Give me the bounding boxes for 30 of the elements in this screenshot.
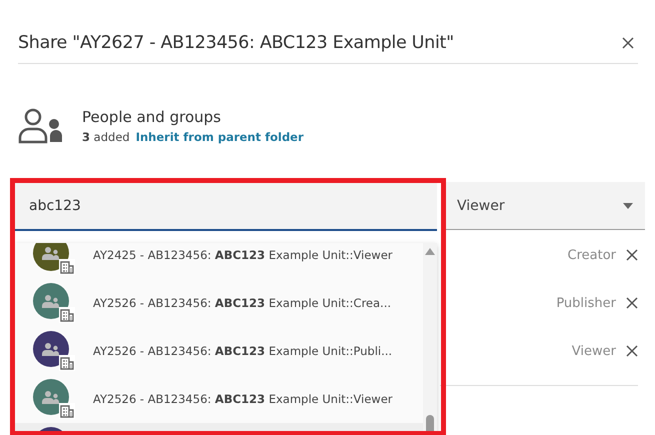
section-heading: People and groups — [82, 108, 222, 126]
building-icon — [59, 355, 75, 371]
remove-button[interactable] — [626, 345, 638, 357]
close-icon — [626, 345, 638, 357]
building-icon — [59, 403, 75, 419]
search-field[interactable]: abc123 — [15, 182, 437, 231]
suggestion-item[interactable]: AY2526 - AB123456: ABC123 Example Unit::Crea... — [15, 279, 423, 327]
remove-button[interactable] — [626, 297, 638, 309]
suggestion-label: AY2526 - AB123456: ABC123 Example Unit::Publi... — [93, 344, 392, 358]
member-role: Publisher — [556, 296, 616, 310]
role-dropdown[interactable]: Viewer — [445, 182, 645, 230]
remove-button[interactable] — [626, 249, 638, 261]
dialog-title: Share "AY2627 - AB123456: ABC123 Example Unit" — [18, 32, 454, 52]
close-icon — [626, 249, 638, 261]
suggestion-item[interactable]: AY2526 - AB123456: ABC123 Example Unit::Viewer — [15, 375, 423, 423]
member-role: Creator — [568, 248, 616, 262]
member-role: Viewer — [572, 344, 616, 358]
building-icon — [59, 259, 75, 275]
building-icon — [59, 307, 75, 323]
close-icon — [626, 297, 638, 309]
scroll-up-icon[interactable] — [425, 248, 435, 255]
inherit-link[interactable]: Inherit from parent folder — [136, 130, 304, 144]
suggestion-item[interactable]: AY2425 - AB123456: ABC123 Example Unit::Viewer — [15, 243, 423, 279]
caret-icon — [623, 202, 633, 208]
close-icon — [622, 36, 634, 48]
suggestion-label: AY2526 - AB123456: ABC123 Example Unit::Viewer — [93, 392, 393, 406]
suggestion-label: AY2425 - AB123456: ABC123 Example Unit::Viewer — [93, 248, 393, 262]
added-count: 3 added — [82, 130, 130, 144]
suggestion-label: AY2526 - AB123456: ABC123 Example Unit::Crea... — [93, 296, 392, 310]
suggestion-item[interactable]: AY2526 - AB123456: ABC123 Example Unit::Publi... — [15, 327, 423, 375]
